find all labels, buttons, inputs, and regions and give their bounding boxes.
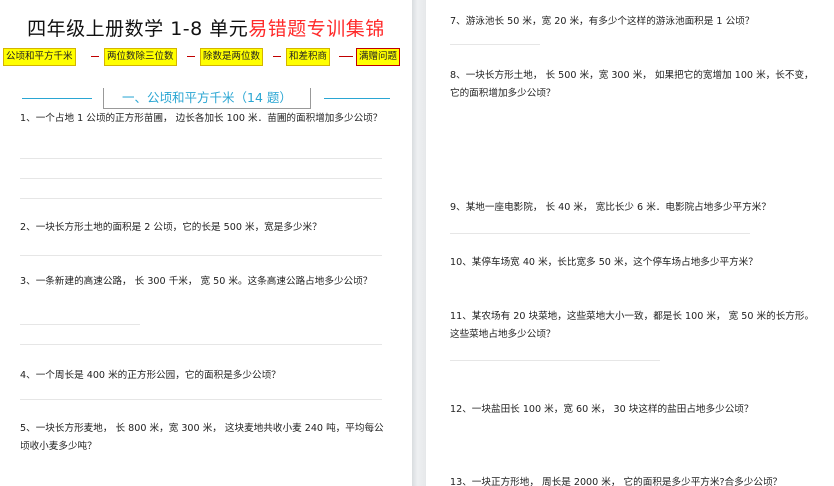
question-9: 9、某地一座电影院， 长 40 米， 宽比长少 6 米．电影院占地多少平方米？ bbox=[450, 202, 771, 213]
answer-line bbox=[450, 233, 750, 234]
question-13: 13、一块正方形地， 周长是 2000 米， 它的面积是多少平方米?合多少公顷？ bbox=[450, 477, 783, 486]
worksheet-title: 四年级上册数学 1-8 单元易错题专训集锦 bbox=[0, 14, 412, 41]
answer-line bbox=[20, 158, 382, 159]
answer-line bbox=[20, 324, 140, 325]
tag-area-units: 公顷和平方千米 bbox=[3, 48, 76, 66]
answer-line bbox=[450, 360, 660, 361]
question-12: 12、一块盐田长 100 米，宽 60 米， 30 块这样的盐田占地多少公顷？ bbox=[450, 404, 754, 415]
question-8: 8、一块长方形土地， 长 500 米，宽 300 米， 如果把它的宽增加 100… bbox=[450, 70, 814, 99]
tag-bonus-problems: 满赠问题 bbox=[356, 48, 401, 66]
tag-sum-difference-product: 和差积商 bbox=[286, 48, 331, 66]
page-gutter bbox=[412, 0, 426, 486]
title-highlight: 易错题专训集锦 bbox=[248, 18, 385, 40]
tag-three-digit-division: 两位数除三位数 bbox=[104, 48, 177, 66]
title-main: 四年级上册数学 1-8 单元 bbox=[27, 18, 249, 40]
heading-rule-left bbox=[22, 98, 92, 99]
question-3: 3、一条新建的高速公路， 长 300 千米， 宽 50 米。这条高速公路占地多少… bbox=[20, 276, 373, 287]
question-11: 11、某农场有 20 块菜地，这些菜地大小一致，都是长 100 米， 宽 50 … bbox=[450, 311, 815, 340]
tag-separator bbox=[91, 56, 99, 57]
question-2: 2、一块长方形土地的面积是 2 公顷，它的长是 500 米，宽是多少米？ bbox=[20, 222, 322, 233]
question-4: 4、一个周长是 400 米的正方形公园，它的面积是多少公顷？ bbox=[20, 370, 281, 381]
answer-line bbox=[450, 44, 540, 45]
tag-separator bbox=[273, 56, 281, 57]
section-heading: 一、公顷和平方千米（14 题） bbox=[0, 88, 412, 110]
question-1: 1、一个占地 1 公顷的正方形苗圃， 边长各加长 100 米．苗圃的面积增加多少… bbox=[20, 113, 383, 124]
answer-line bbox=[20, 178, 382, 179]
question-10: 10、某停车场宽 40 米，长比宽多 50 米，这个停车场占地多少平方米？ bbox=[450, 257, 758, 268]
tag-separator bbox=[339, 56, 353, 57]
section-title: 一、公顷和平方千米（14 题） bbox=[103, 88, 311, 109]
right-page: 7、游泳池长 50 米，宽 20 米，有多少个这样的游泳池面积是 1 公顷？ 8… bbox=[426, 0, 834, 486]
answer-line bbox=[20, 255, 382, 256]
question-7: 7、游泳池长 50 米，宽 20 米，有多少个这样的游泳池面积是 1 公顷？ bbox=[450, 16, 755, 27]
topic-tags: 公顷和平方千米 两位数除三位数 除数是两位数 和差积商 满赠问题 bbox=[3, 48, 407, 66]
answer-line bbox=[20, 399, 382, 400]
answer-line bbox=[20, 198, 382, 199]
tag-two-digit-divisor: 除数是两位数 bbox=[200, 48, 264, 66]
question-5: 5、一块长方形麦地， 长 800 米，宽 300 米， 这块麦地共收小麦 240… bbox=[20, 423, 384, 452]
left-page: 四年级上册数学 1-8 单元易错题专训集锦 公顷和平方千米 两位数除三位数 除数… bbox=[0, 0, 412, 486]
heading-rule-right bbox=[324, 98, 390, 99]
answer-line bbox=[20, 344, 382, 345]
tag-separator bbox=[187, 56, 195, 57]
